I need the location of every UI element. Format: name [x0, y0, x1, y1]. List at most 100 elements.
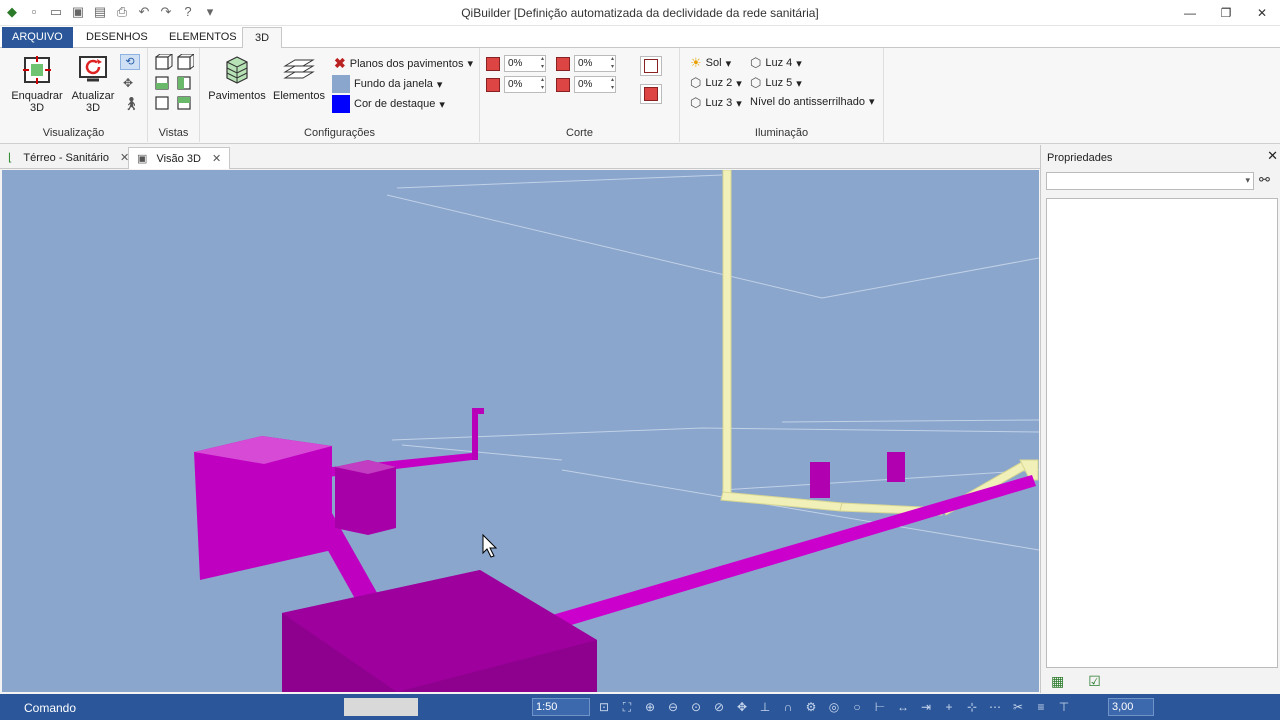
- group-label-configuracoes: Configurações: [304, 127, 375, 139]
- extend-icon[interactable]: ⇥: [918, 699, 934, 715]
- properties-grid[interactable]: [1046, 198, 1278, 668]
- group-vistas: Vistas: [148, 48, 200, 142]
- section-box-icon: [644, 59, 658, 73]
- layers-icon: [283, 59, 315, 79]
- doc-tab-terreo-label: Térreo - Sanitário: [23, 152, 109, 164]
- destaque-dropdown[interactable]: Cor de destaque ▾: [332, 95, 445, 113]
- cross-icon[interactable]: +: [941, 699, 957, 715]
- height-spinner[interactable]: 3,00: [1108, 698, 1154, 716]
- chevron-down-icon: ▾: [436, 78, 443, 91]
- update-3d-label-2: 3D: [85, 102, 101, 114]
- cut-x-icon: [486, 56, 500, 71]
- window-title: QiBuilder [Definição automatizada da dec…: [461, 6, 819, 20]
- cut-x-spinner[interactable]: 0%: [504, 55, 546, 72]
- status-toolbar: ⊡ ⛶ ⊕ ⊖ ⊙ ⊘ ✥ ⊥ ∩ ⚙ ◎ ○ ⊢ ↔ ⇥ + ⊹ ⋯ ✂ ≡ …: [596, 699, 1072, 715]
- close-icon[interactable]: ✕: [1267, 148, 1278, 164]
- doc-tab-visao-3d[interactable]: ▣ Visão 3D ✕: [128, 147, 231, 169]
- planos-dropdown[interactable]: ✖ Planos dos pavimentos ▾: [334, 55, 473, 72]
- binoculars-icon[interactable]: ⚯: [1259, 172, 1270, 188]
- zoom-realtime-icon[interactable]: ⊘: [711, 699, 727, 715]
- snap-icon[interactable]: ∩: [780, 699, 796, 715]
- dimension-icon[interactable]: ↔: [895, 699, 911, 715]
- pan-icon[interactable]: ✥: [734, 699, 750, 715]
- close-button[interactable]: ✕: [1244, 0, 1280, 26]
- sun-icon: ☀: [690, 55, 702, 70]
- zoom-in-icon[interactable]: ⊕: [642, 699, 658, 715]
- tab-3d[interactable]: 3D: [242, 27, 283, 49]
- view-cubes-icons[interactable]: [154, 54, 194, 114]
- command-input[interactable]: [344, 698, 418, 716]
- 3d-viewport[interactable]: [2, 170, 1039, 692]
- tab-desenhos[interactable]: DESENHOS: [74, 27, 160, 48]
- pan-icon[interactable]: ✥: [123, 76, 133, 90]
- chevron-down-icon: ▾: [439, 98, 445, 111]
- cut-y-spinner[interactable]: 0%: [574, 55, 616, 72]
- table-icon[interactable]: ▦: [1051, 673, 1064, 690]
- luz5-dropdown[interactable]: ⬡ Luz 5 ▾: [750, 75, 802, 91]
- properties-title: Propriedades: [1047, 152, 1113, 164]
- close-icon[interactable]: ✕: [212, 153, 221, 165]
- luz5-label: Luz 5: [765, 77, 793, 89]
- properties-panel: Propriedades ✕ ⚯ ▦ ☑: [1040, 145, 1280, 693]
- group-iluminacao: ☀ Sol ▾ ⬡ Luz 2 ▾ ⬡ Luz 3 ▾ ⬡ Luz 4 ▾ ⬡ Luz …: [680, 48, 884, 142]
- update-3d-button[interactable]: Atualizar 3D: [68, 54, 118, 114]
- distribute-icon[interactable]: ≡: [1033, 699, 1049, 715]
- close-x-icon: ✖: [334, 55, 346, 71]
- zoom-window-icon[interactable]: ⊡: [596, 699, 612, 715]
- ribbon: Enquadrar 3D Atualizar 3D ⟲ ✥ 🚶︎ Visuali…: [0, 48, 1280, 144]
- minimize-button[interactable]: —: [1172, 0, 1208, 26]
- section-solid-button[interactable]: [640, 84, 662, 104]
- floor-plan-icon: ⌊: [8, 152, 13, 164]
- luz3-dropdown[interactable]: ⬡ Luz 3 ▾: [690, 95, 742, 111]
- zoom-extents-icon[interactable]: ⛶: [619, 699, 635, 715]
- destaque-label: Cor de destaque: [354, 98, 436, 110]
- fundo-dropdown[interactable]: Fundo da janela ▾: [332, 75, 442, 93]
- ortho-icon[interactable]: ⊥: [757, 699, 773, 715]
- luz2-label: Luz 2: [705, 77, 733, 89]
- light-icon: ⬡: [690, 95, 702, 110]
- section-box-button[interactable]: [640, 56, 662, 76]
- line-icon[interactable]: ⊢: [872, 699, 888, 715]
- orbit-tool-button[interactable]: ⟲: [120, 54, 140, 70]
- circle-icon[interactable]: ○: [849, 699, 865, 715]
- cut-z-spinner[interactable]: 0%: [504, 76, 546, 93]
- checkbox-icon[interactable]: ☑: [1088, 673, 1101, 690]
- cut-z-icon: [486, 77, 500, 92]
- text-icon[interactable]: ⊤: [1056, 699, 1072, 715]
- luz3-label: Luz 3: [705, 97, 733, 109]
- settings-icon[interactable]: ⚙: [803, 699, 819, 715]
- frame-3d-button[interactable]: Enquadrar 3D: [10, 54, 64, 114]
- pavimentos-label: Pavimentos: [208, 90, 266, 102]
- multiline-icon[interactable]: ⋯: [987, 699, 1003, 715]
- doc-tab-visao-3d-label: Visão 3D: [156, 153, 201, 165]
- title-bar: ◆ ▫ ▭ ▣ ▤ ⎙ ↶ ↷ ? ▾ QiBuilder [Definição…: [0, 0, 1280, 26]
- trim-icon[interactable]: ✂: [1010, 699, 1026, 715]
- sol-dropdown[interactable]: ☀ Sol ▾: [690, 55, 731, 71]
- group-label-iluminacao: Iluminação: [754, 127, 809, 139]
- elementos-label: Elementos: [273, 90, 325, 102]
- zoom-previous-icon[interactable]: ⊙: [688, 699, 704, 715]
- planos-label: Planos dos pavimentos: [349, 57, 464, 70]
- pavimentos-button[interactable]: Pavimentos: [208, 54, 266, 102]
- properties-selector[interactable]: [1046, 172, 1254, 190]
- tab-arquivo[interactable]: ARQUIVO: [2, 27, 73, 48]
- target-icon[interactable]: ◎: [826, 699, 842, 715]
- 3d-scene[interactable]: [2, 170, 1039, 692]
- cube-view-icon: ▣: [137, 153, 148, 165]
- maximize-button[interactable]: ❐: [1208, 0, 1244, 26]
- cut-w-icon: [556, 77, 570, 92]
- cross-small-icon[interactable]: ⊹: [964, 699, 980, 715]
- doc-tab-terreo[interactable]: ⌊ Térreo - Sanitário ✕: [0, 147, 137, 169]
- cut-w-spinner[interactable]: 0%: [574, 76, 616, 93]
- cut-y-icon: [556, 56, 570, 71]
- scale-select[interactable]: 1:50: [532, 698, 590, 716]
- elementos-button[interactable]: Elementos: [270, 54, 328, 102]
- luz4-dropdown[interactable]: ⬡ Luz 4 ▾: [750, 55, 802, 71]
- section-solid-icon: [644, 87, 658, 101]
- group-visualizacao: Enquadrar 3D Atualizar 3D ⟲ ✥ 🚶︎ Visuali…: [0, 48, 148, 142]
- luz2-dropdown[interactable]: ⬡ Luz 2 ▾: [690, 75, 742, 91]
- antialias-dropdown[interactable]: Nível do antisserrilhado ▾: [750, 95, 874, 109]
- tab-elementos[interactable]: ELEMENTOS: [157, 27, 249, 48]
- zoom-out-icon[interactable]: ⊖: [665, 699, 681, 715]
- walk-icon[interactable]: 🚶︎: [123, 96, 140, 112]
